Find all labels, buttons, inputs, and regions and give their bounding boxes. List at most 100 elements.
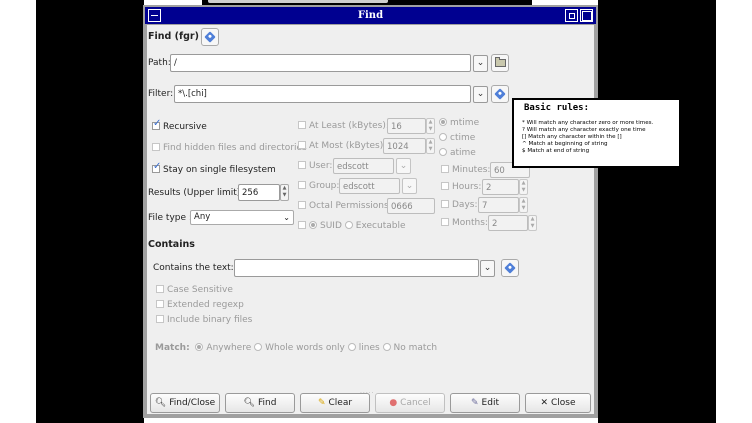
months-checkbox[interactable]: Months: — [441, 218, 488, 228]
minimize-icon[interactable] — [565, 9, 578, 22]
months-input[interactable]: 2 — [488, 215, 528, 231]
broom-icon: ✎ — [317, 398, 326, 408]
suid-radio[interactable] — [309, 221, 317, 229]
contains-heading: Contains — [148, 239, 195, 250]
at-least-input[interactable]: 16 — [387, 118, 426, 134]
days-input[interactable]: 7 — [478, 197, 519, 213]
cancel-button[interactable]: ● Cancel — [375, 393, 445, 413]
close-icon: ✕ — [540, 398, 548, 408]
hours-checkbox[interactable]: Hours: — [441, 182, 481, 192]
stop-icon: ● — [389, 398, 398, 408]
magnifier-icon: 🔍︎ — [243, 398, 255, 408]
days-checkbox[interactable]: Days: — [441, 200, 478, 210]
permissions-checkbox[interactable] — [298, 221, 306, 229]
results-limit-input[interactable]: 256 — [238, 184, 280, 201]
edit-button[interactable]: ✎ Edit — [450, 393, 520, 413]
group-checkbox[interactable]: Group: — [298, 181, 339, 191]
help-icon — [204, 31, 216, 43]
tooltip-line: [] Match any character within the [] — [522, 134, 622, 140]
close-button[interactable]: ✕ Close — [525, 393, 591, 413]
match-whole-words-radio[interactable]: Whole words only — [254, 343, 345, 353]
folder-icon — [495, 57, 506, 67]
group-dropdown[interactable]: ⌄ — [402, 178, 417, 194]
chevron-down-icon: ⌄ — [483, 263, 492, 273]
edit-tools-icon: ✎ — [471, 398, 479, 408]
hours-stepper[interactable]: ▲ ▼ — [519, 179, 528, 195]
browse-folder-button[interactable] — [491, 54, 509, 72]
dialog-heading: Find (fgr) — [148, 31, 199, 42]
at-least-stepper[interactable]: ▲ ▼ — [426, 118, 435, 134]
filter-help-tooltip: Basic rules: * Will match any character … — [512, 98, 681, 168]
tooltip-line: * Will match any character zero or more … — [522, 120, 654, 126]
tooltip-line: ^ Match at beginning of string — [522, 141, 608, 147]
file-type-label: File type : — [148, 213, 192, 223]
tooltip-line: ? Will match any character exactly one t… — [522, 127, 646, 133]
minutes-checkbox[interactable]: Minutes: — [441, 165, 490, 175]
match-label: Match: — [155, 343, 190, 353]
days-stepper[interactable]: ▲ ▼ — [519, 197, 528, 213]
ctime-radio[interactable]: ctime — [439, 133, 475, 143]
at-most-input[interactable]: 1024 — [383, 138, 426, 154]
results-limit-label: Results (Upper limit): — [148, 188, 244, 198]
match-no-match-radio[interactable]: No match — [382, 343, 437, 353]
extended-regexp-checkbox[interactable]: Extended regexp — [156, 300, 244, 310]
filter-input[interactable]: *\.[chi] — [174, 85, 471, 103]
file-type-select[interactable]: Any ⌄ — [190, 210, 294, 225]
window-title: Find — [357, 10, 384, 21]
recursive-checkbox[interactable]: Recursive — [152, 118, 207, 132]
hidden-files-checkbox[interactable]: Find hidden files and directories — [152, 143, 307, 153]
group-input[interactable]: edscott — [339, 178, 400, 194]
at-most-checkbox[interactable]: At Most (kBytes): — [298, 141, 386, 151]
chevron-down-icon: ⌄ — [283, 213, 290, 222]
find-button[interactable]: 🔍︎ Find — [225, 393, 295, 413]
magnifier-icon: 🔍︎ — [154, 398, 167, 408]
desktop-background-right — [598, 0, 716, 423]
chevron-down-icon: ⌄ — [476, 58, 485, 68]
user-checkbox[interactable]: User: — [298, 161, 332, 171]
user-dropdown[interactable]: ⌄ — [396, 158, 411, 174]
single-filesystem-checkbox[interactable]: Stay on single filesystem — [152, 161, 276, 175]
include-binary-checkbox[interactable]: Include binary files — [156, 315, 252, 325]
filter-history-dropdown[interactable]: ⌄ — [473, 86, 488, 103]
contains-text-input[interactable] — [234, 259, 479, 277]
match-anywhere-radio[interactable]: Anywhere — [195, 343, 251, 353]
at-most-stepper[interactable]: ▲ ▼ — [426, 138, 435, 154]
title-bar[interactable]: Find — [145, 7, 596, 24]
maximize-icon[interactable] — [580, 9, 593, 22]
find-window: Find Find (fgr) Path: / ⌄ Filter: *\.[ch… — [143, 5, 598, 418]
months-stepper[interactable]: ▲ ▼ — [528, 215, 537, 231]
octal-permissions-input[interactable]: 0666 — [387, 198, 435, 214]
results-limit-stepper[interactable]: ▲ ▼ — [280, 184, 289, 201]
hours-input[interactable]: 2 — [482, 179, 519, 195]
find-close-button[interactable]: 🔍︎ Find/Close — [150, 393, 220, 413]
tooltip-title: Basic rules: — [524, 103, 590, 113]
dialog-body: Find (fgr) Path: / ⌄ Filter: *\.[chi] ⌄ … — [147, 25, 594, 414]
filter-help-button[interactable] — [491, 85, 509, 103]
user-input[interactable]: edscott — [333, 158, 394, 174]
clear-button[interactable]: ✎ Clear — [300, 393, 370, 413]
path-history-dropdown[interactable]: ⌄ — [473, 55, 488, 72]
path-input[interactable]: / — [170, 54, 471, 72]
window-menu-icon[interactable] — [148, 9, 161, 22]
octal-permissions-checkbox[interactable]: Octal Permissions: — [298, 201, 392, 211]
help-icon — [494, 88, 506, 100]
permissions-options: SUID Executable — [298, 221, 406, 231]
help-icon — [504, 262, 516, 274]
contains-text-label: Contains the text: — [153, 263, 234, 273]
contains-help-button[interactable] — [501, 259, 519, 277]
path-label: Path: — [148, 58, 171, 68]
at-least-checkbox[interactable]: At Least (kBytes): — [298, 121, 389, 131]
mtime-radio[interactable]: mtime — [439, 118, 479, 128]
chevron-down-icon: ⌄ — [405, 181, 414, 191]
tooltip-line: $ Match at end of string — [522, 148, 590, 154]
executable-radio[interactable] — [344, 221, 353, 229]
contains-history-dropdown[interactable]: ⌄ — [480, 260, 495, 277]
desktop-background-left — [36, 0, 144, 423]
chevron-down-icon: ⌄ — [399, 161, 408, 171]
atime-radio[interactable]: atime — [439, 148, 476, 158]
case-sensitive-checkbox[interactable]: Case Sensitive — [156, 285, 233, 295]
filter-label: Filter: — [148, 89, 174, 99]
chevron-down-icon: ⌄ — [476, 89, 485, 99]
help-button[interactable] — [201, 28, 219, 46]
match-lines-radio[interactable]: lines — [347, 343, 380, 353]
